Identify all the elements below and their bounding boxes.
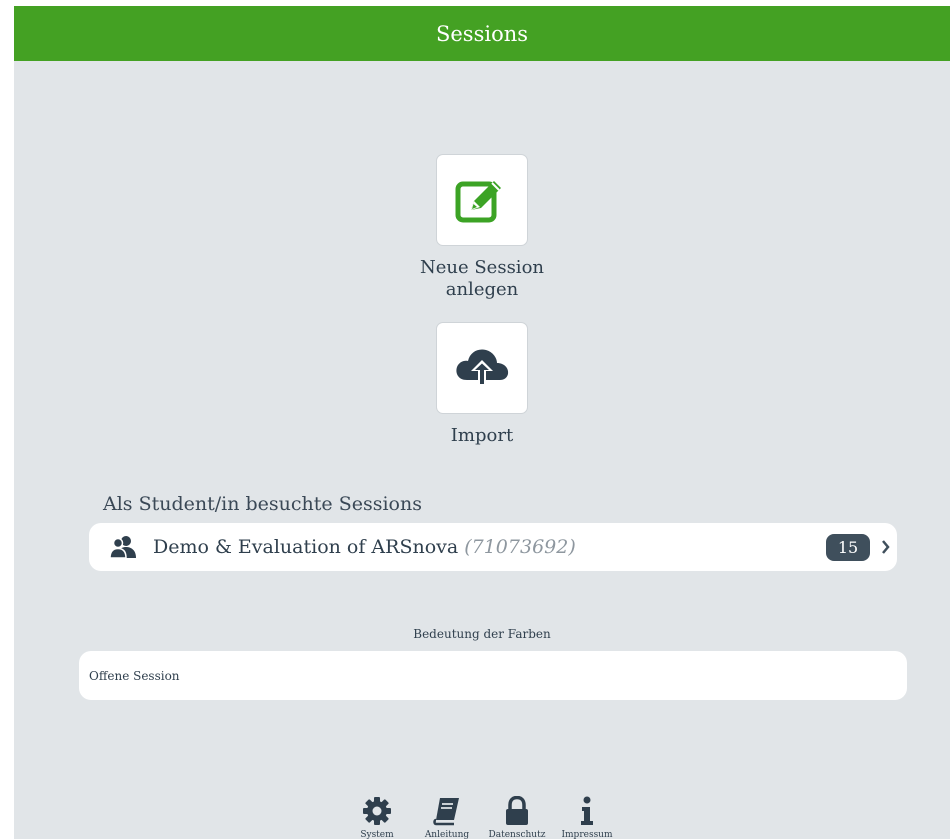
session-key: (71073692) bbox=[464, 536, 576, 558]
footer-system-button[interactable]: System bbox=[344, 796, 410, 840]
edit-icon bbox=[455, 181, 501, 223]
book-icon bbox=[433, 798, 459, 826]
import-button[interactable] bbox=[436, 322, 528, 414]
new-session-action: Neue Session anlegen bbox=[14, 154, 950, 301]
new-session-button[interactable] bbox=[436, 154, 528, 246]
import-action: Import bbox=[14, 322, 950, 447]
footer-bar: System Anleitung Datenschutz Impressum bbox=[14, 796, 950, 840]
session-list-item[interactable]: Demo & Evaluation of ARSnova (71073692) 1… bbox=[89, 523, 897, 571]
session-name: Demo & Evaluation of ARSnova (71073692) bbox=[153, 536, 576, 558]
chevron-right-icon bbox=[882, 540, 890, 554]
footer-privacy-button[interactable]: Datenschutz bbox=[484, 796, 550, 840]
app-container: Sessions Neue Session anlegen Import Als… bbox=[14, 6, 950, 840]
users-icon bbox=[109, 536, 136, 559]
footer-manual-button[interactable]: Anleitung bbox=[414, 796, 480, 840]
color-legend-title: Bedeutung der Farben bbox=[413, 627, 551, 641]
color-legend: Offene Session bbox=[79, 651, 907, 700]
session-title: Demo & Evaluation of ARSnova bbox=[153, 536, 459, 558]
cloud-upload-icon bbox=[456, 349, 509, 386]
gear-icon bbox=[363, 797, 391, 825]
new-session-label: Neue Session anlegen bbox=[419, 257, 544, 300]
lock-icon bbox=[506, 796, 528, 825]
visited-sessions-title: Als Student/in besuchte Sessions bbox=[103, 493, 422, 515]
import-label: Import bbox=[450, 425, 514, 446]
footer-imprint-button[interactable]: Impressum bbox=[554, 796, 620, 840]
question-count-badge: 15 bbox=[826, 534, 870, 561]
legend-item-open-session: Offene Session bbox=[89, 668, 180, 683]
top-bar: Sessions bbox=[14, 6, 950, 61]
page-title: Sessions bbox=[435, 21, 529, 46]
info-icon bbox=[581, 796, 593, 825]
